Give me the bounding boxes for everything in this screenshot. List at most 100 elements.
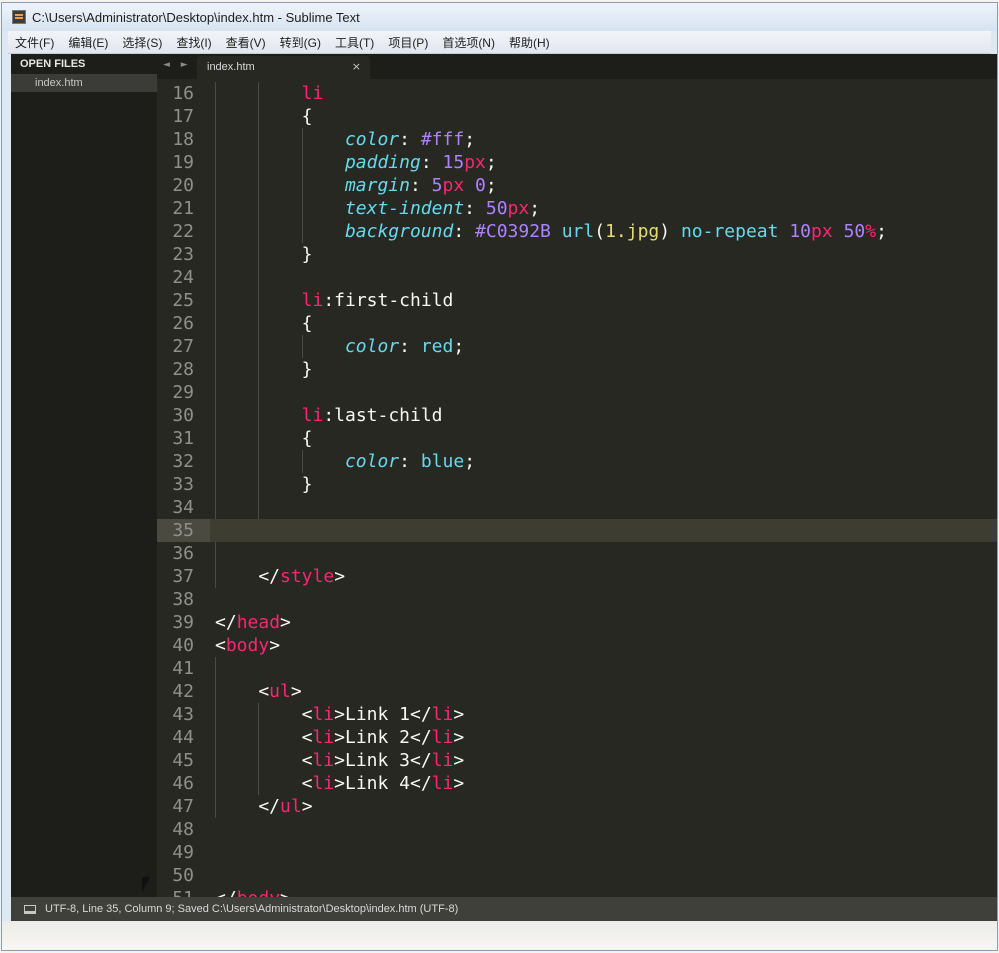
code-token: li [301, 405, 324, 426]
code-line[interactable]: 25 li:first-child [157, 289, 997, 312]
indent-guide [215, 128, 216, 151]
line-text: li [302, 82, 324, 105]
code-line[interactable]: 23} [157, 243, 997, 266]
code-token: #C0392B [475, 221, 551, 242]
code-line[interactable]: 51 </body> [157, 887, 997, 897]
code-token: > [453, 704, 465, 725]
code-token: </ [258, 566, 280, 587]
code-line[interactable]: 34 [157, 496, 997, 519]
code-line[interactable]: 32 color: blue; [157, 450, 997, 473]
code-line[interactable]: 29 [157, 381, 997, 404]
code-line[interactable]: 18 color: #fff; [157, 128, 997, 151]
code-line[interactable]: 31 { [157, 427, 997, 450]
indent-guide [258, 473, 260, 496]
line-text: <li>Link 4</li> [302, 772, 465, 795]
mouse-pointer-icon [142, 877, 150, 893]
code-line[interactable]: 33} [157, 473, 997, 496]
code-token: text-indent [344, 198, 465, 219]
code-line[interactable]: 43 <li>Link 1</li> [157, 703, 997, 726]
menu-goto[interactable]: 转到(G) [273, 34, 328, 51]
menu-help[interactable]: 帮助(H) [502, 34, 557, 51]
code-line[interactable]: 17 { [157, 105, 997, 128]
menu-file[interactable]: 文件(F) [8, 34, 61, 51]
indent-guide [215, 726, 216, 749]
code-line[interactable]: 30 li:last-child [157, 404, 997, 427]
tab-scroll-arrows[interactable]: ◄ ► [163, 60, 192, 70]
code-line[interactable]: 20 margin: 5px 0; [157, 174, 997, 197]
line-number: 18 [172, 129, 194, 150]
desktop-strip [2, 921, 997, 950]
line-text: padding: 15px; [345, 151, 497, 174]
code-token: li [312, 773, 335, 794]
line-number: 23 [172, 244, 194, 265]
code-token: #fff [420, 129, 465, 150]
code-line[interactable]: 24 [157, 266, 997, 289]
menu-preferences[interactable]: 首选项(N) [435, 34, 502, 51]
code-line[interactable]: 37 </style> [157, 565, 997, 588]
indent-guide [215, 289, 216, 312]
code-line[interactable]: 39 </head> [157, 611, 997, 634]
code-line[interactable]: 41 [157, 657, 997, 680]
code-line[interactable]: 38 [157, 588, 997, 611]
line-text: </ul> [258, 795, 312, 818]
code-token: </ [215, 888, 237, 897]
code-token: li [312, 750, 335, 771]
code-line[interactable]: 21 text-indent: 50px; [157, 197, 997, 220]
close-icon[interactable]: × [352, 60, 361, 73]
code-line[interactable]: 42 <ul> [157, 680, 997, 703]
indent-guide [258, 82, 260, 105]
indent-guide [215, 335, 216, 358]
line-number: 42 [172, 681, 194, 702]
code-view[interactable]: 16 li 17{18 color: #fff; 19 padding: 15px; 20 m… [157, 82, 997, 897]
line-text: background: #C0392B url(1.jpg) no-repeat… [345, 220, 887, 243]
code-line[interactable]: 45 <li>Link 3</li> [157, 749, 997, 772]
code-token: :last-child [323, 405, 443, 426]
code-line[interactable]: 49 [157, 841, 997, 864]
line-number: 25 [172, 290, 194, 311]
line-number: 21 [172, 198, 194, 219]
sidebar-file-index-htm[interactable]: index.htm [11, 74, 157, 92]
code-token: url [561, 221, 595, 242]
indent-guide [215, 703, 216, 726]
line-text: <body> [215, 634, 280, 657]
code-token: ; [453, 336, 465, 357]
panel-toggle-icon[interactable] [24, 904, 36, 914]
code-line[interactable]: 47 </ul> [157, 795, 997, 818]
code-line[interactable]: 27 color: red; [157, 335, 997, 358]
code-line[interactable]: 40 <body> [157, 634, 997, 657]
code-line[interactable]: 28} [157, 358, 997, 381]
code-line[interactable]: 48 [157, 818, 997, 841]
code-token: padding [344, 152, 421, 173]
tab-index-htm[interactable]: index.htm × [197, 56, 370, 79]
code-line[interactable]: 19 padding: 15px; [157, 151, 997, 174]
code-line[interactable]: 16 li [157, 82, 997, 105]
line-number: 32 [172, 451, 194, 472]
code-line[interactable]: 50 [157, 864, 997, 887]
code-token: color [344, 451, 400, 472]
code-token: { [301, 313, 313, 334]
menu-find[interactable]: 查找(I) [169, 34, 218, 51]
indent-guide [258, 726, 260, 749]
indent-guide [301, 450, 303, 473]
code-line[interactable]: 44 <li>Link 2</li> [157, 726, 997, 749]
menu-selection[interactable]: 选择(S) [115, 34, 169, 51]
menu-tools[interactable]: 工具(T) [328, 34, 381, 51]
indent-guide [301, 220, 303, 243]
title-bar[interactable]: C:\Users\Administrator\Desktop\index.htm… [2, 3, 997, 31]
indent-guide [258, 358, 260, 381]
code-line[interactable]: 22 background: #C0392B url(1.jpg) no-repe… [157, 220, 997, 243]
indent-guide [215, 404, 216, 427]
code-line[interactable]: 46 <li>Link 4</li> [157, 772, 997, 795]
code-token: : [453, 221, 476, 242]
code-token: : [399, 129, 421, 150]
line-number: 17 [172, 106, 194, 127]
code-line[interactable]: 35 [157, 519, 997, 542]
menu-view[interactable]: 查看(V) [219, 34, 273, 51]
menu-edit[interactable]: 编辑(E) [61, 34, 115, 51]
code-line[interactable]: 26 { [157, 312, 997, 335]
indent-guide [301, 151, 303, 174]
line-text: color: #fff; [345, 128, 475, 151]
code-line[interactable]: 36 [157, 542, 997, 565]
indent-guide [215, 197, 216, 220]
menu-project[interactable]: 项目(P) [381, 34, 435, 51]
